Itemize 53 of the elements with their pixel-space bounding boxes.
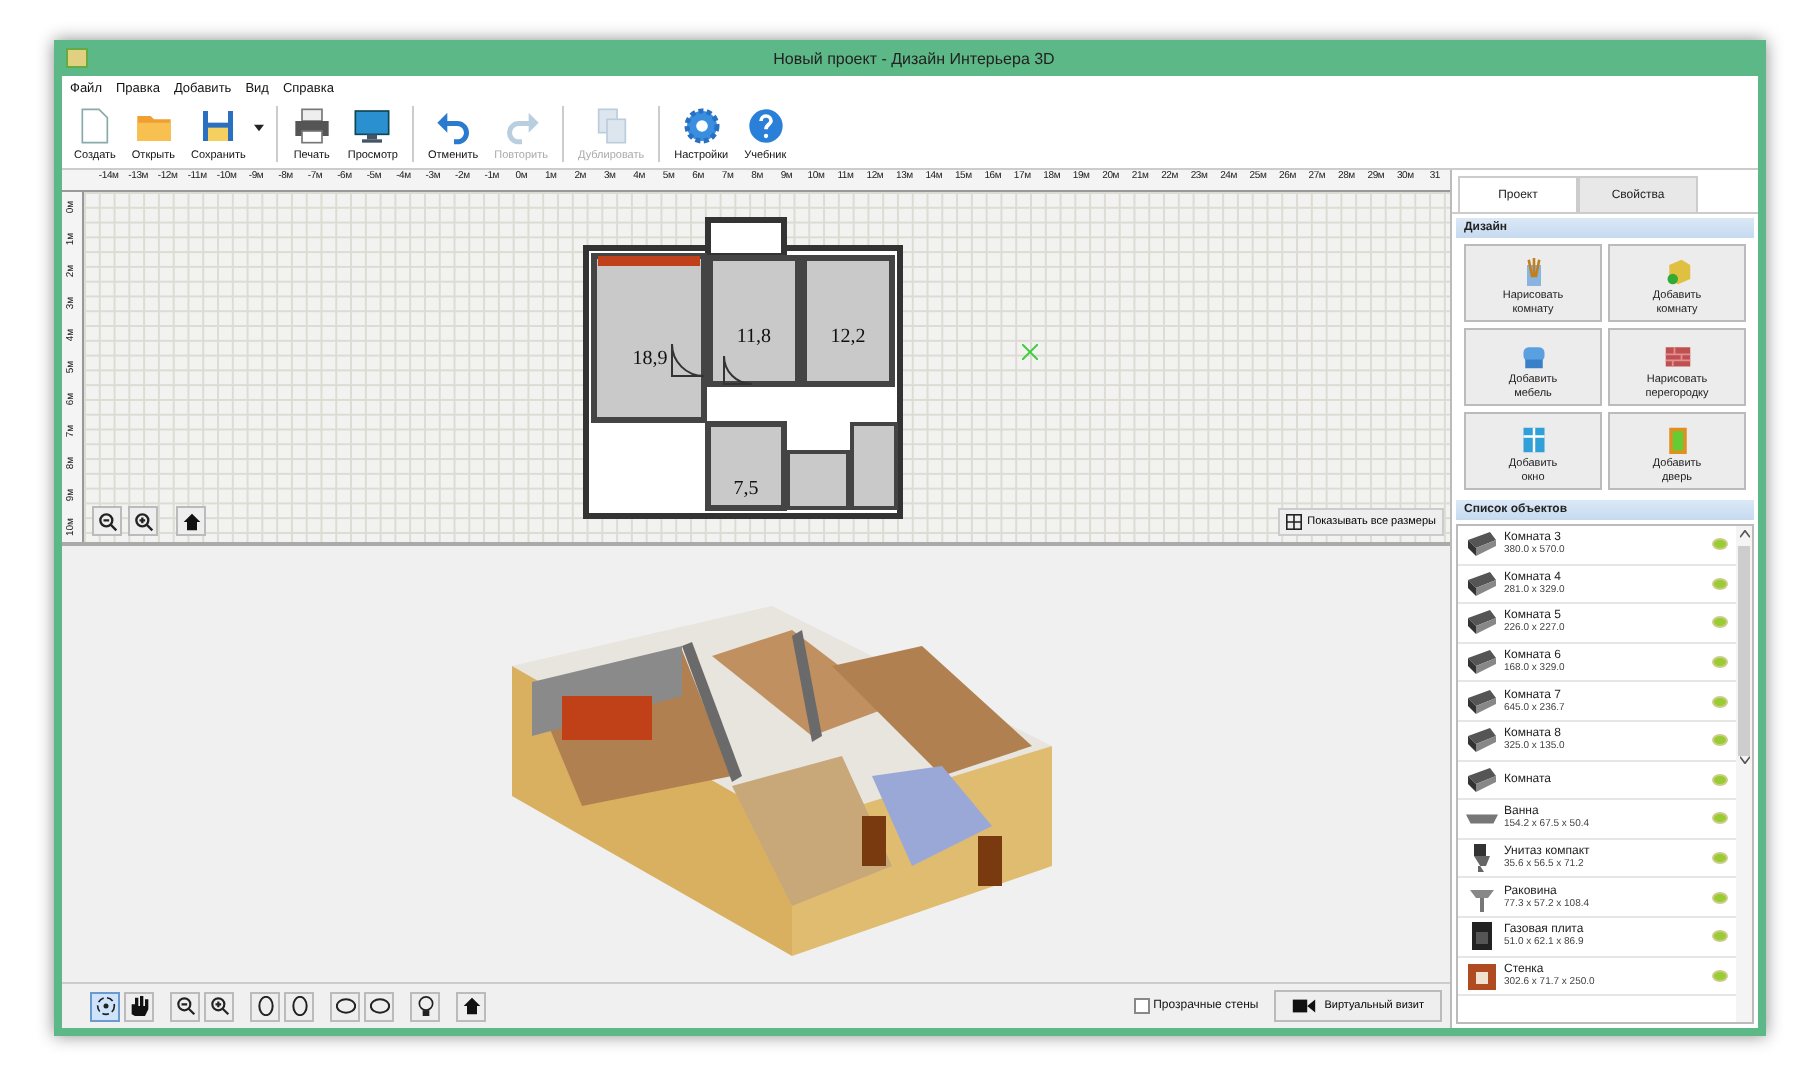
brick-wall-icon: [1661, 342, 1693, 370]
room-icon: [1466, 646, 1498, 679]
settings-icon: [681, 106, 722, 146]
cross-marker-icon: [1022, 344, 1038, 360]
app-icon: [66, 48, 88, 68]
room-area-label: 11,8: [736, 326, 772, 348]
monitor-icon: [352, 106, 393, 146]
grid-icon: [1285, 514, 1302, 530]
rotate-icon: [95, 996, 115, 1016]
printer-icon: [291, 106, 332, 146]
light-bulb-icon: [415, 996, 435, 1016]
scroll-down-icon[interactable]: [1739, 756, 1749, 764]
room-icon: [1466, 528, 1498, 561]
zoom-out-icon: [175, 996, 195, 1016]
zoom-in-icon: [133, 511, 153, 531]
floor-plan-drawing[interactable]: [582, 216, 904, 520]
stove-icon: [1466, 920, 1498, 953]
home-button[interactable]: [456, 991, 486, 1021]
home-button[interactable]: [176, 506, 206, 536]
room-icon: [1466, 606, 1498, 639]
checkbox[interactable]: [1133, 998, 1150, 1014]
tilt-down-button[interactable]: [364, 991, 394, 1021]
zoom-out-button[interactable]: [170, 991, 200, 1021]
armchair-icon: [1517, 342, 1549, 370]
dropdown-caret-icon[interactable]: [253, 124, 264, 132]
cabinet-icon: [1466, 959, 1498, 992]
turn-left-button[interactable]: [250, 991, 280, 1021]
room-area-label: 7,5: [733, 478, 759, 500]
room-area-label: 12,2: [830, 326, 866, 348]
zoom-in-button[interactable]: [128, 506, 158, 536]
scroll-up-icon[interactable]: [1739, 530, 1749, 538]
window-title: Новый проект - Дизайн Интерьера 3D: [771, 49, 1057, 67]
room-icon: [1466, 763, 1498, 796]
scrollbar[interactable]: [1736, 526, 1752, 1022]
room-icon: [1466, 685, 1498, 718]
turn-right-button[interactable]: [284, 991, 314, 1021]
help-icon: [745, 106, 786, 146]
tilt-up-button[interactable]: [330, 991, 360, 1021]
zoom-in-icon: [209, 996, 229, 1016]
room-area-label: 18,9: [632, 348, 668, 370]
zoom-out-icon: [97, 511, 117, 531]
room-icon: [1466, 724, 1498, 757]
video-camera-icon: [1292, 998, 1317, 1014]
hand-button[interactable]: [124, 991, 154, 1021]
hand-icon: [129, 996, 149, 1016]
light-bulb-button[interactable]: [410, 991, 440, 1021]
home-icon: [181, 511, 201, 531]
rotate-button[interactable]: [90, 991, 120, 1021]
bathtub-icon: [1466, 813, 1498, 824]
zoom-in-button[interactable]: [204, 991, 234, 1021]
home-icon: [461, 996, 481, 1016]
room-icon: [1466, 567, 1498, 600]
zoom-out-button[interactable]: [92, 506, 122, 536]
